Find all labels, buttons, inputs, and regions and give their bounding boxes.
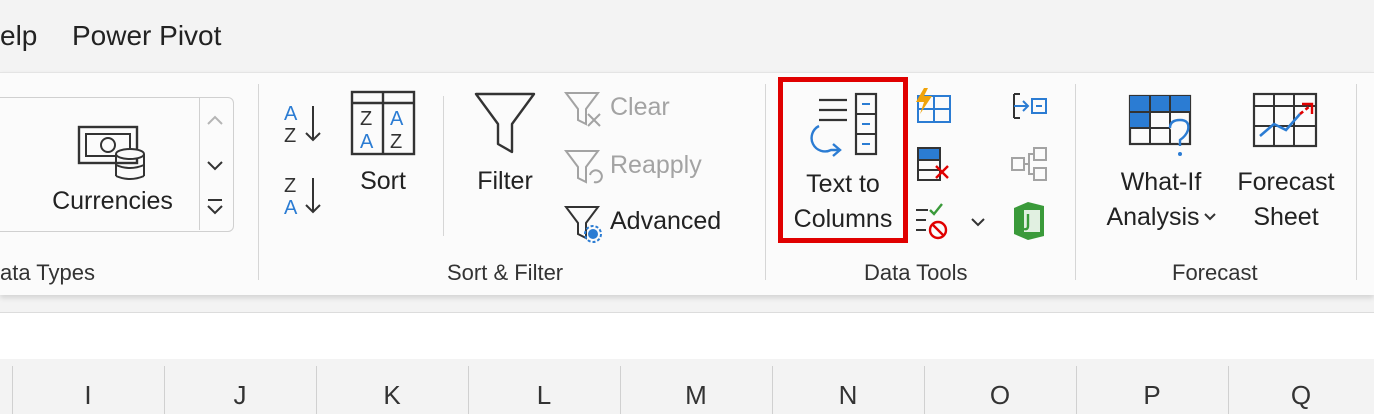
svg-text:A: A bbox=[284, 197, 298, 219]
group-label-data-types: ata Types bbox=[0, 260, 95, 285]
forecast-sheet-label-line2: Sheet bbox=[1253, 203, 1319, 231]
group-label-forecast: Forecast bbox=[1172, 260, 1258, 285]
svg-text:A: A bbox=[360, 131, 374, 153]
chevron-down-icon bbox=[1204, 213, 1216, 221]
manage-data-model-button[interactable] bbox=[1008, 200, 1050, 242]
text-to-columns-label-line1: Text to bbox=[806, 170, 880, 198]
text-to-columns-icon bbox=[810, 92, 878, 157]
data-validation-icon bbox=[916, 203, 985, 240]
what-if-label-line2: Analysis bbox=[1106, 203, 1200, 231]
column-header-j[interactable]: J bbox=[164, 380, 316, 411]
currencies-button[interactable]: Currencies bbox=[45, 120, 180, 230]
svg-text:Z: Z bbox=[284, 125, 296, 147]
what-if-analysis-button[interactable]: What-If Analysis bbox=[1096, 88, 1226, 238]
group-separator bbox=[1356, 84, 1357, 280]
column-header-q[interactable]: Q bbox=[1228, 380, 1374, 411]
currencies-icon bbox=[77, 125, 145, 180]
chevron-down-icon bbox=[207, 161, 223, 171]
formula-bar[interactable] bbox=[0, 312, 1374, 360]
filter-label: Filter bbox=[477, 167, 533, 195]
clear-filter-icon bbox=[564, 92, 601, 127]
column-header-o[interactable]: O bbox=[924, 380, 1076, 411]
tab-help[interactable]: elp bbox=[0, 20, 37, 52]
sort-filter-divider bbox=[443, 96, 444, 236]
gallery-expand-icon bbox=[207, 199, 223, 215]
svg-text:A: A bbox=[284, 103, 298, 125]
group-separator bbox=[258, 84, 259, 280]
sort-z-to-a-button[interactable]: Z A bbox=[280, 172, 328, 219]
column-header-p[interactable]: P bbox=[1076, 380, 1228, 411]
text-to-columns-label-line2: Columns bbox=[793, 205, 893, 233]
gallery-scroll-up-button[interactable] bbox=[200, 100, 230, 140]
column-header-l[interactable]: L bbox=[468, 380, 620, 411]
advanced-label: Advanced bbox=[610, 207, 722, 235]
sort-descending-icon: Z A bbox=[284, 175, 321, 219]
reapply-filter-button: Reapply bbox=[560, 144, 710, 188]
filter-button[interactable]: Filter bbox=[466, 88, 544, 212]
text-to-columns-button[interactable]: Text to Columns bbox=[778, 77, 908, 243]
svg-text:Z: Z bbox=[284, 175, 296, 197]
consolidate-button[interactable] bbox=[1008, 86, 1050, 126]
advanced-filter-icon bbox=[564, 206, 602, 243]
advanced-filter-button[interactable]: Advanced bbox=[560, 200, 730, 244]
clear-label: Clear bbox=[610, 93, 670, 121]
forecast-sheet-label-line1: Forecast bbox=[1237, 168, 1335, 196]
clear-filter-button: Clear bbox=[560, 86, 690, 130]
column-header-k[interactable]: K bbox=[316, 380, 468, 411]
what-if-analysis-icon bbox=[1128, 94, 1192, 156]
data-model-icon bbox=[1014, 202, 1044, 240]
sort-dialog-icon: Z A A Z bbox=[350, 90, 416, 156]
column-header-m[interactable]: M bbox=[620, 380, 772, 411]
remove-duplicates-button[interactable] bbox=[912, 144, 954, 184]
remove-duplicates-icon bbox=[917, 147, 949, 181]
sort-ascending-icon: A Z bbox=[284, 103, 321, 147]
forecast-sheet-button[interactable]: Forecast Sheet bbox=[1232, 88, 1340, 238]
currencies-label: Currencies bbox=[52, 187, 173, 215]
svg-text:Z: Z bbox=[390, 131, 402, 153]
flash-fill-button[interactable] bbox=[912, 86, 954, 126]
group-separator bbox=[1075, 84, 1076, 280]
gallery-scroll-down-button[interactable] bbox=[200, 145, 230, 185]
reapply-filter-icon bbox=[564, 150, 603, 184]
relationships-icon bbox=[1011, 147, 1047, 181]
what-if-label-line1: What-If bbox=[1120, 168, 1202, 196]
sort-button[interactable]: Z A A Z Sort bbox=[345, 88, 421, 212]
relationships-button bbox=[1008, 144, 1050, 184]
group-label-sort-filter: Sort & Filter bbox=[447, 260, 564, 285]
data-validation-button[interactable] bbox=[912, 200, 988, 242]
consolidate-icon bbox=[1013, 93, 1047, 119]
forecast-sheet-icon bbox=[1252, 92, 1318, 148]
sort-label: Sort bbox=[360, 167, 406, 195]
chevron-up-icon bbox=[207, 115, 223, 125]
svg-text:A: A bbox=[390, 108, 404, 130]
tab-power-pivot[interactable]: Power Pivot bbox=[72, 20, 221, 52]
flash-fill-icon bbox=[916, 88, 951, 123]
reapply-label: Reapply bbox=[610, 151, 702, 179]
column-header-n[interactable]: N bbox=[772, 380, 924, 411]
filter-funnel-icon bbox=[474, 92, 536, 154]
sort-a-to-z-button[interactable]: A Z bbox=[280, 100, 328, 147]
column-header-i[interactable]: I bbox=[12, 380, 164, 411]
group-separator bbox=[765, 84, 766, 280]
gallery-more-button[interactable] bbox=[200, 188, 230, 226]
group-label-data-tools: Data Tools bbox=[864, 260, 968, 285]
svg-text:Z: Z bbox=[360, 108, 372, 130]
